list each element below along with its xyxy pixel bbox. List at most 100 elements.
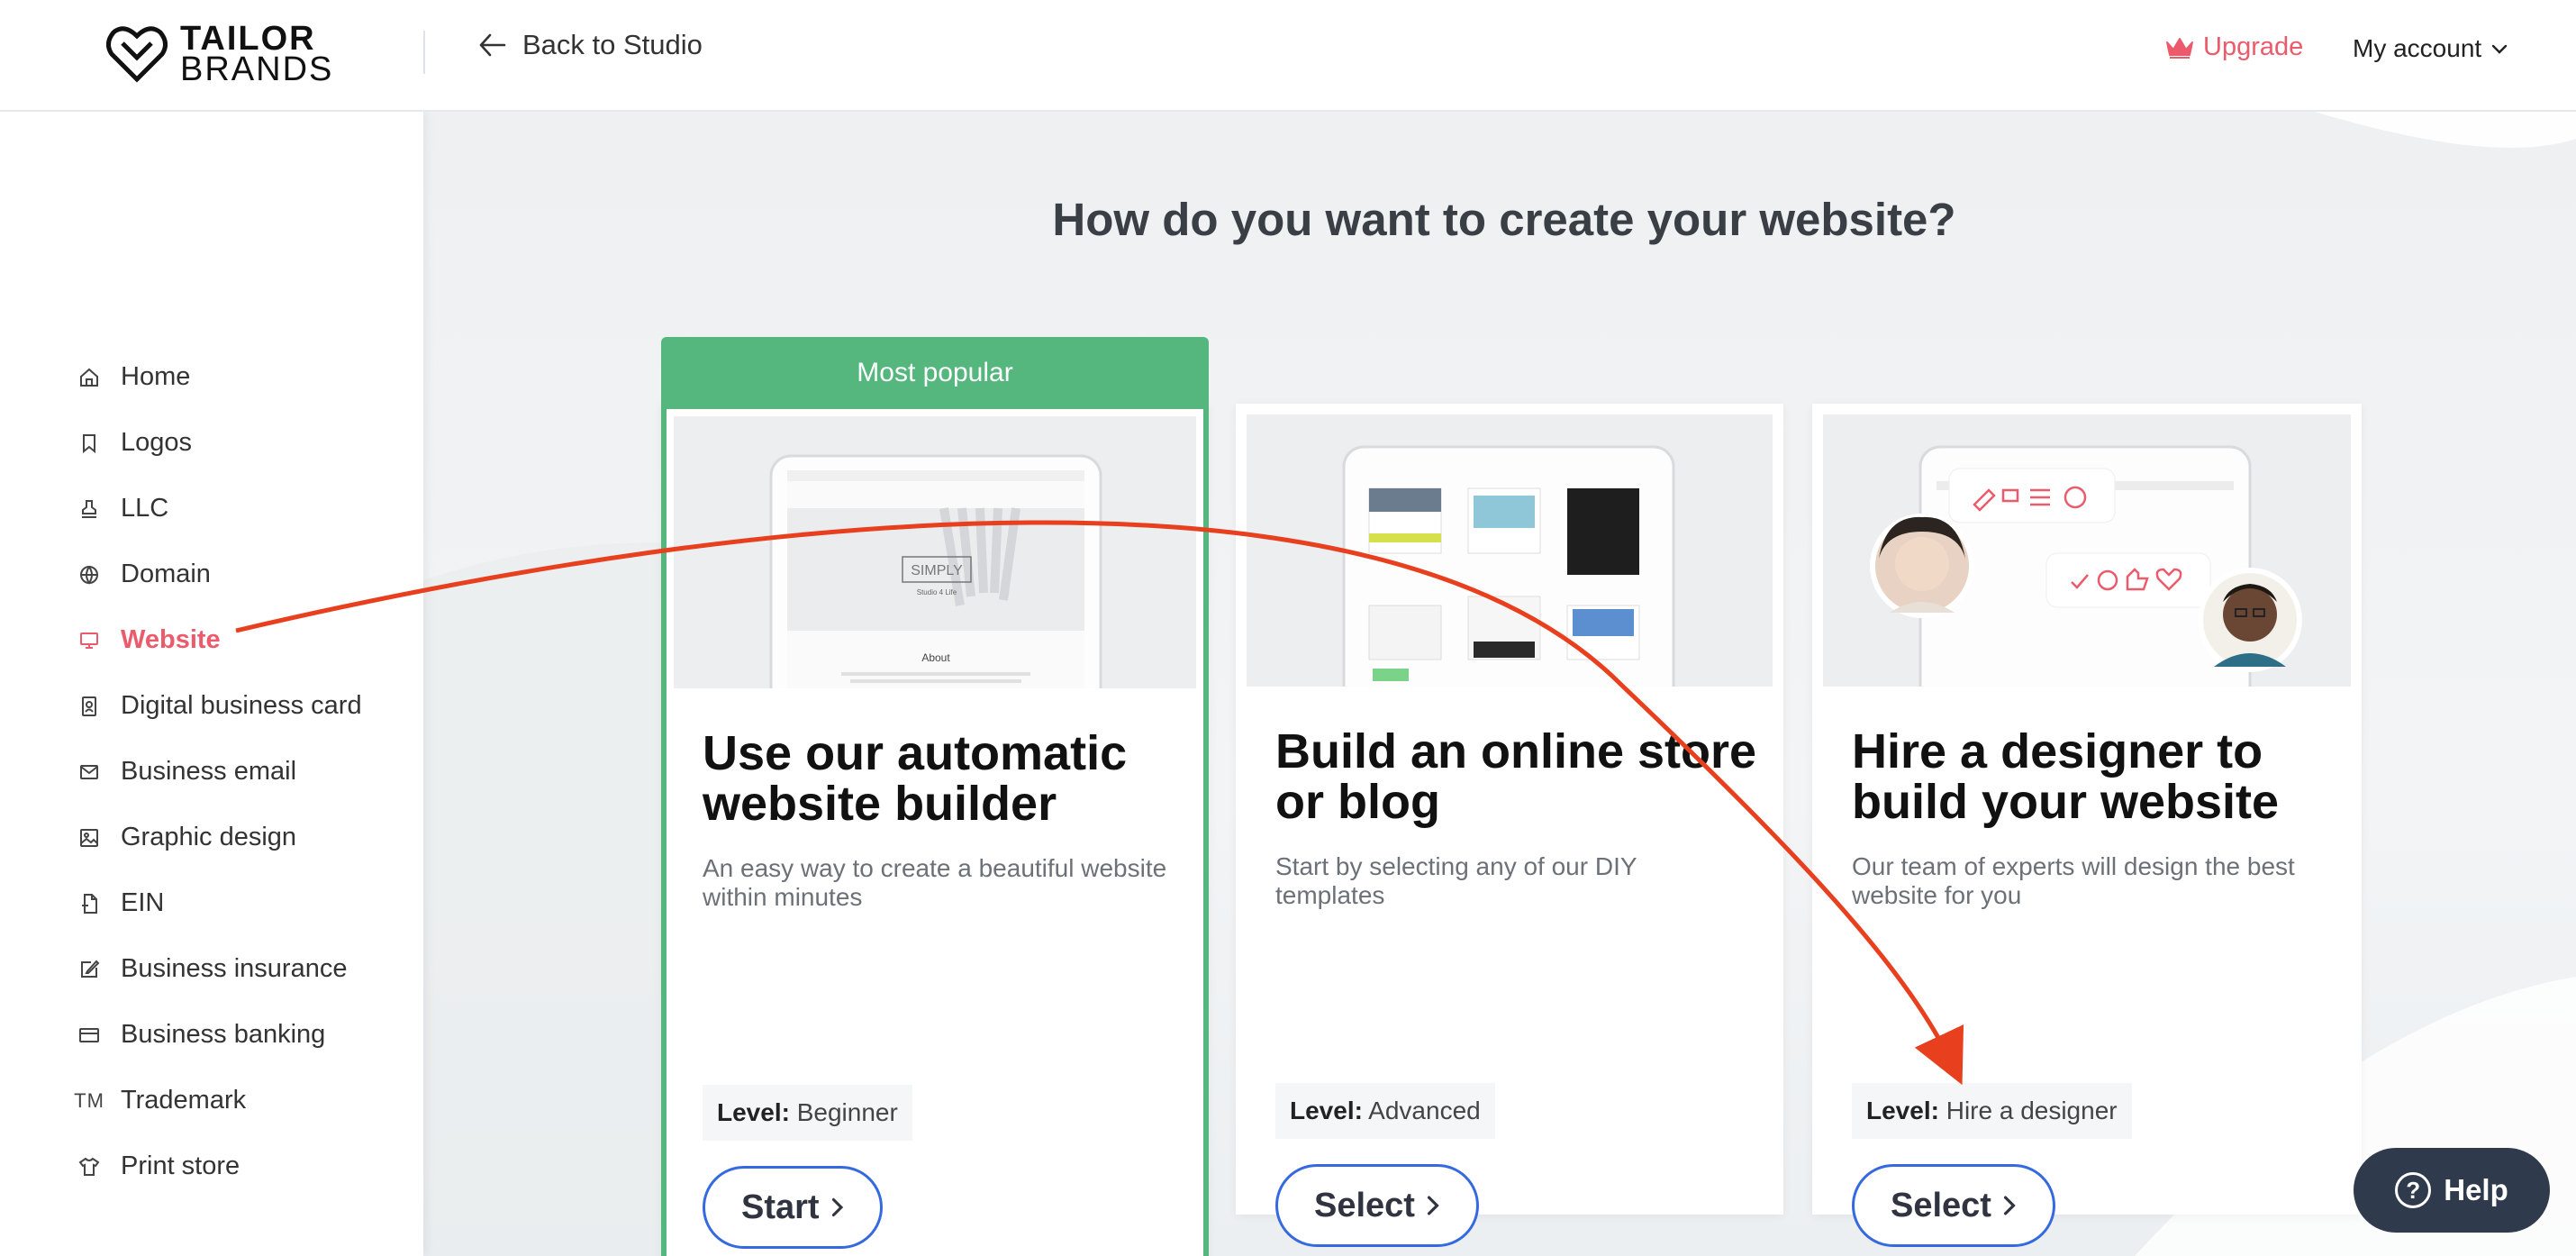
sidebar-item-business-insurance[interactable]: Business insurance [76, 936, 362, 1002]
logo-wordmark: TAILOR BRANDS [180, 20, 334, 88]
chevron-down-icon [2491, 44, 2508, 54]
brand-logo[interactable]: TAILOR BRANDS [106, 22, 333, 86]
card-automatic-builder[interactable]: Most popular SIMPLY Studio 4 Life About … [661, 337, 1209, 1256]
sidebar-item-label: Business email [121, 757, 297, 786]
designer-preview-image [1823, 414, 2351, 687]
edit-icon [76, 956, 103, 983]
sidebar-item-label: Business banking [121, 1020, 326, 1049]
sidebar: Home Logos LLC Domain Website Digital bu… [0, 112, 423, 1256]
button-label: Select [1314, 1186, 1415, 1224]
sidebar-item-logos[interactable]: Logos [76, 410, 362, 476]
most-popular-badge: Most popular [661, 337, 1209, 409]
shirt-icon [76, 1153, 103, 1180]
level-value: Beginner [796, 1098, 898, 1126]
sidebar-item-home[interactable]: Home [76, 344, 362, 410]
mail-icon [76, 759, 103, 786]
divider [423, 31, 425, 74]
help-button[interactable]: ? Help [2354, 1148, 2550, 1233]
sidebar-item-label: EIN [121, 888, 165, 917]
tm-icon: TM [74, 1088, 104, 1112]
level-value: Advanced [1368, 1097, 1481, 1124]
sidebar-item-label: Domain [121, 560, 211, 588]
upgrade-label: Upgrade [2203, 32, 2304, 61]
id-card-icon [76, 693, 103, 720]
back-label: Back to Studio [522, 29, 703, 60]
sidebar-item-domain[interactable]: Domain [76, 542, 362, 607]
builder-preview-image: SIMPLY Studio 4 Life About [674, 416, 1196, 688]
chat-bubble-tools [1948, 468, 2116, 523]
chevron-right-icon [831, 1197, 843, 1217]
monitor-icon [76, 627, 103, 654]
sidebar-item-trademark[interactable]: TM Trademark [74, 1068, 362, 1133]
logo-line-2: BRANDS [180, 50, 334, 88]
level-tag: Level: Hire a designer [1852, 1083, 2132, 1139]
card-description: Start by selecting any of our DIY templa… [1275, 852, 1637, 909]
mockup-logo-text: SIMPLY [911, 563, 963, 578]
globe-icon [76, 561, 103, 588]
chevron-right-icon [2003, 1196, 2016, 1215]
chat-bubble-reactions [2045, 552, 2211, 608]
level-label: Level: [1290, 1097, 1363, 1124]
sidebar-item-label: Graphic design [121, 823, 297, 851]
stamp-icon [76, 496, 103, 523]
sidebar-item-label: Logos [121, 428, 193, 457]
crown-icon [2166, 37, 2193, 59]
credit-card-icon [76, 1022, 103, 1049]
logo-line-1: TAILOR [180, 20, 316, 58]
button-label: Start [741, 1188, 820, 1226]
level-tag: Level: Advanced [1275, 1083, 1495, 1139]
top-bar: TAILOR BRANDS Back to Studio Upgrade My … [0, 0, 2576, 112]
sidebar-item-llc[interactable]: LLC [76, 476, 362, 542]
card-title: Use our automatic website builder [703, 726, 1128, 831]
sidebar-item-label: Print store [121, 1151, 240, 1180]
sidebar-item-ein[interactable]: EIN [76, 870, 362, 936]
card-description: Our team of experts will design the best… [1852, 852, 2295, 909]
mockup-tagline-text: Studio 4 Life [917, 588, 957, 596]
sidebar-item-graphic-design[interactable]: Graphic design [76, 805, 362, 870]
home-icon [76, 364, 103, 391]
bookmark-icon [76, 430, 103, 457]
main-content: How do you want to create your website? … [423, 112, 2576, 1256]
sidebar-item-print-store[interactable]: Print store [76, 1133, 362, 1199]
level-tag: Level: Beginner [703, 1085, 912, 1141]
card-online-store[interactable]: Build an online store or blog Start by s… [1236, 404, 1783, 1247]
logo-heart-icon [106, 26, 168, 83]
sidebar-item-label: Website [121, 625, 221, 654]
image-icon [76, 824, 103, 851]
mockup-about-text: About [921, 651, 950, 664]
upgrade-link[interactable]: Upgrade [2165, 32, 2303, 62]
card-description: An easy way to create a beautiful websit… [703, 854, 1167, 911]
sidebar-nav: Home Logos LLC Domain Website Digital bu… [74, 344, 362, 1199]
page-title: How do you want to create your website? [1052, 194, 1956, 245]
sidebar-item-label: Trademark [121, 1086, 247, 1115]
card-hire-designer[interactable]: Hire a designer to build your website Ou… [1812, 404, 2362, 1247]
designer-avatar-2 [2198, 568, 2302, 672]
sidebar-item-digital-business-card[interactable]: Digital business card [76, 673, 362, 739]
sidebar-item-business-email[interactable]: Business email [76, 739, 362, 805]
card-title: Hire a designer to build your website [1852, 724, 2280, 829]
my-account-menu[interactable]: My account [2353, 34, 2508, 63]
select-button[interactable]: Select [1275, 1164, 1479, 1247]
help-label: Help [2444, 1173, 2508, 1206]
chevron-right-icon [1427, 1196, 1439, 1215]
document-icon [76, 890, 103, 917]
sidebar-item-label: Digital business card [121, 691, 362, 720]
templates-preview-image [1247, 414, 1773, 687]
sidebar-item-business-banking[interactable]: Business banking [76, 1002, 362, 1068]
sidebar-item-website[interactable]: Website [76, 607, 362, 673]
arrow-left-icon [479, 33, 506, 57]
sidebar-item-label: Home [121, 362, 191, 391]
level-label: Level: [717, 1098, 790, 1126]
back-to-studio-link[interactable]: Back to Studio [477, 29, 703, 61]
sidebar-item-label: Business insurance [121, 954, 348, 983]
button-label: Select [1891, 1186, 1991, 1224]
level-value: Hire a designer [1946, 1097, 2118, 1124]
designer-avatar-1 [1870, 514, 1974, 618]
sidebar-item-label: LLC [121, 494, 169, 523]
start-button[interactable]: Start [703, 1166, 883, 1249]
help-question-icon: ? [2395, 1172, 2432, 1208]
card-title: Build an online store or blog [1275, 724, 1757, 829]
select-button[interactable]: Select [1852, 1164, 2055, 1247]
level-label: Level: [1866, 1097, 1939, 1124]
account-label: My account [2353, 34, 2482, 62]
